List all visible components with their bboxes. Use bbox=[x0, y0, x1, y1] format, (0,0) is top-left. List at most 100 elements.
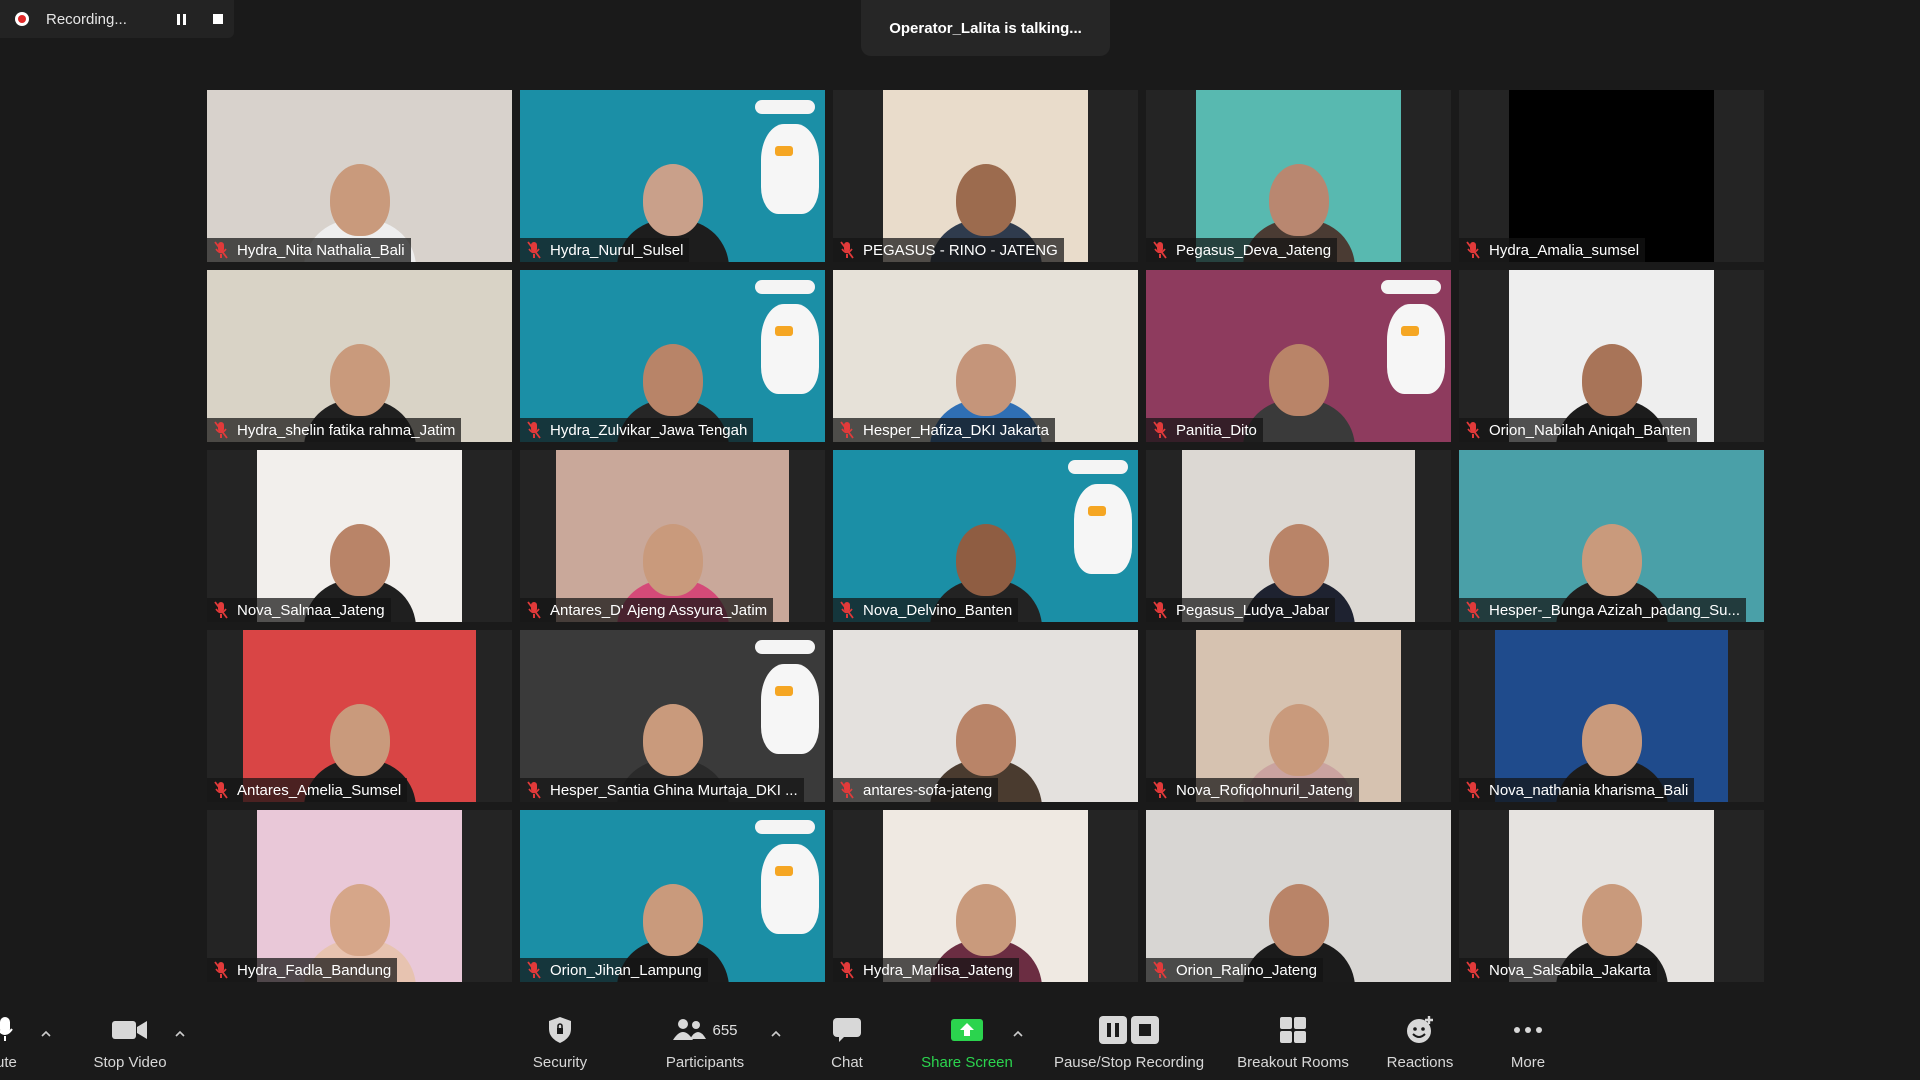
participant-tile[interactable]: Antares_D' Ajeng Assyura_Jatim bbox=[520, 450, 825, 622]
pause-stop-icon bbox=[1099, 1016, 1159, 1044]
muted-microphone-icon bbox=[839, 781, 855, 799]
participant-nameplate: Hesper_Hafiza_DKI Jakarta bbox=[833, 418, 1055, 442]
video-camera-icon bbox=[112, 1008, 148, 1052]
share-screen-button[interactable]: Share Screen bbox=[912, 1002, 1022, 1080]
participant-name: Hydra_Amalia_sumsel bbox=[1489, 241, 1640, 259]
participant-tile[interactable]: Orion_Ralino_Jateng bbox=[1146, 810, 1451, 982]
participant-tile[interactable]: Pegasus_Ludya_Jabar bbox=[1146, 450, 1451, 622]
security-button[interactable]: Security bbox=[520, 1002, 600, 1080]
participant-video bbox=[1182, 450, 1415, 622]
participant-video bbox=[520, 810, 825, 982]
pause-recording-button[interactable] bbox=[172, 10, 190, 28]
people-icon bbox=[673, 1019, 707, 1040]
participant-name: Nova_Salsabila_Jakarta bbox=[1489, 961, 1651, 979]
stop-video-button[interactable]: Stop Video bbox=[84, 1002, 176, 1080]
participant-name: Hydra_Marlisa_Jateng bbox=[863, 961, 1014, 979]
participant-tile[interactable]: Orion_Nabilah Aniqah_Banten bbox=[1459, 270, 1764, 442]
participants-label: Participants bbox=[665, 1054, 745, 1071]
breakout-rooms-button[interactable]: Breakout Rooms bbox=[1228, 1002, 1358, 1080]
participant-video bbox=[520, 90, 825, 262]
participant-tile[interactable]: Hydra_Amalia_sumsel bbox=[1459, 90, 1764, 262]
participant-nameplate: Nova_Salmaa_Jateng bbox=[207, 598, 391, 622]
reactions-button[interactable]: Reactions bbox=[1376, 1002, 1464, 1080]
muted-microphone-icon bbox=[839, 601, 855, 619]
participants-icon-group: 655 bbox=[672, 1008, 738, 1052]
muted-microphone-icon bbox=[1465, 421, 1481, 439]
participant-video bbox=[833, 270, 1138, 442]
mascot-icon bbox=[761, 124, 819, 214]
participant-tile[interactable]: Hydra_shelin fatika rahma_Jatim bbox=[207, 270, 512, 442]
participant-tile[interactable]: PEGASUS - RINO - JATENG bbox=[833, 90, 1138, 262]
participant-name: antares-sofa-jateng bbox=[863, 781, 993, 799]
muted-microphone-icon bbox=[1152, 421, 1168, 439]
muted-microphone-icon bbox=[1152, 961, 1168, 979]
muted-microphone-icon bbox=[839, 961, 855, 979]
mute-label: ute bbox=[0, 1054, 17, 1071]
chat-button[interactable]: Chat bbox=[816, 1002, 878, 1080]
more-button[interactable]: More bbox=[1498, 1002, 1558, 1080]
participant-name: Hydra_Nita Nathalia_Bali bbox=[237, 241, 405, 259]
muted-microphone-icon bbox=[1465, 781, 1481, 799]
participant-tile[interactable]: Hydra_Nita Nathalia_Bali bbox=[207, 90, 512, 262]
participant-nameplate: Nova_Delvino_Banten bbox=[833, 598, 1019, 622]
participant-video bbox=[1146, 810, 1451, 982]
participant-nameplate: Pegasus_Deva_Jateng bbox=[1146, 238, 1338, 262]
participant-tile[interactable]: Hydra_Fadla_Bandung bbox=[207, 810, 512, 982]
reactions-label: Reactions bbox=[1386, 1054, 1454, 1071]
participant-video bbox=[520, 270, 825, 442]
muted-microphone-icon bbox=[1152, 241, 1168, 259]
participants-button[interactable]: 655 Participants bbox=[650, 1002, 760, 1080]
participant-nameplate: Hydra_Amalia_sumsel bbox=[1459, 238, 1646, 262]
pause-stop-recording-button[interactable]: Pause/Stop Recording bbox=[1044, 1002, 1214, 1080]
chat-bubble-icon bbox=[832, 1008, 862, 1052]
participant-tile[interactable]: Hydra_Zulvikar_Jawa Tengah bbox=[520, 270, 825, 442]
meeting-toolbar: ute Stop Video Security 655 Participants… bbox=[0, 1002, 1920, 1080]
participant-tile[interactable]: Nova_nathania kharisma_Bali bbox=[1459, 630, 1764, 802]
participant-video bbox=[883, 810, 1088, 982]
audio-options-chevron-icon[interactable] bbox=[40, 1028, 52, 1040]
participant-nameplate: Hesper_Santia Ghina Murtaja_DKI ... bbox=[520, 778, 804, 802]
muted-microphone-icon bbox=[526, 601, 542, 619]
participant-tile[interactable]: Nova_Salmaa_Jateng bbox=[207, 450, 512, 622]
participant-tile[interactable]: Hesper_Santia Ghina Murtaja_DKI ... bbox=[520, 630, 825, 802]
participant-name: Hesper_Hafiza_DKI Jakarta bbox=[863, 421, 1049, 439]
participant-video bbox=[207, 270, 512, 442]
participant-tile[interactable]: Nova_Rofiqohnuril_Jateng bbox=[1146, 630, 1451, 802]
participant-nameplate: Hydra_Nita Nathalia_Bali bbox=[207, 238, 411, 262]
stop-icon bbox=[213, 14, 223, 24]
more-label: More bbox=[1510, 1054, 1546, 1071]
participant-tile[interactable]: Hydra_Marlisa_Jateng bbox=[833, 810, 1138, 982]
participant-video bbox=[243, 630, 476, 802]
participant-nameplate: Nova_nathania kharisma_Bali bbox=[1459, 778, 1695, 802]
participant-video bbox=[1495, 630, 1728, 802]
participants-options-chevron-icon[interactable] bbox=[770, 1028, 782, 1040]
participant-tile[interactable]: Hesper_Hafiza_DKI Jakarta bbox=[833, 270, 1138, 442]
muted-microphone-icon bbox=[1465, 241, 1481, 259]
participant-tile[interactable]: Hesper-_Bunga Azizah_padang_Su... bbox=[1459, 450, 1764, 622]
participant-tile[interactable]: Nova_Delvino_Banten bbox=[833, 450, 1138, 622]
stop-recording-button[interactable] bbox=[209, 10, 227, 28]
microphone-icon bbox=[0, 1008, 14, 1052]
mascot-icon bbox=[1074, 484, 1132, 574]
mascot-icon bbox=[761, 304, 819, 394]
participant-tile[interactable]: Pegasus_Deva_Jateng bbox=[1146, 90, 1451, 262]
participant-tile[interactable]: Nova_Salsabila_Jakarta bbox=[1459, 810, 1764, 982]
participant-video bbox=[556, 450, 789, 622]
share-options-chevron-icon[interactable] bbox=[1012, 1028, 1024, 1040]
participant-tile[interactable]: antares-sofa-jateng bbox=[833, 630, 1138, 802]
muted-microphone-icon bbox=[1152, 781, 1168, 799]
participant-tile[interactable]: Antares_Amelia_Sumsel bbox=[207, 630, 512, 802]
stop-video-label: Stop Video bbox=[93, 1054, 167, 1071]
participant-nameplate: PEGASUS - RINO - JATENG bbox=[833, 238, 1064, 262]
participant-name: Hydra_Nurul_Sulsel bbox=[550, 241, 684, 259]
mute-button[interactable]: ute bbox=[0, 1002, 18, 1080]
participant-tile[interactable]: Panitia_Dito bbox=[1146, 270, 1451, 442]
participant-tile[interactable]: Orion_Jihan_Lampung bbox=[520, 810, 825, 982]
video-options-chevron-icon[interactable] bbox=[174, 1028, 186, 1040]
mascot-icon bbox=[761, 664, 819, 754]
gallery-grid: Hydra_Nita Nathalia_Bali Hydra_Nurul_Suls… bbox=[207, 90, 1765, 982]
participant-tile[interactable]: Hydra_Nurul_Sulsel bbox=[520, 90, 825, 262]
participant-video bbox=[1509, 270, 1714, 442]
participant-video bbox=[257, 450, 462, 622]
muted-microphone-icon bbox=[1465, 601, 1481, 619]
